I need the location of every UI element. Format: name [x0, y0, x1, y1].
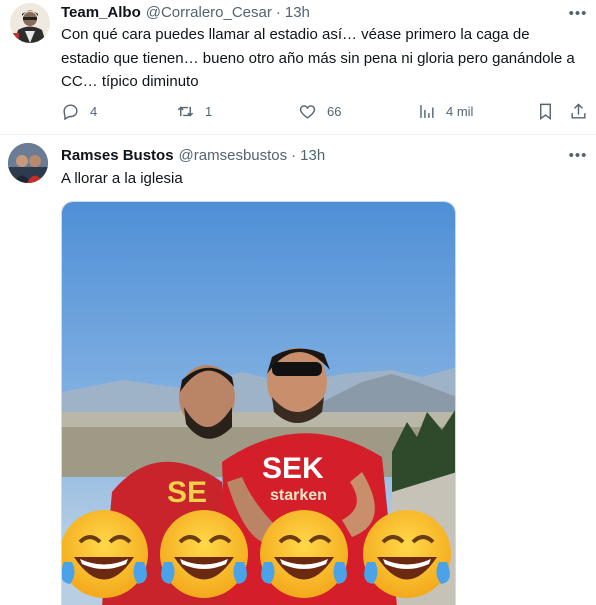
- emoji-laughing-2: [160, 510, 248, 598]
- share-icon: [571, 102, 586, 119]
- timestamp[interactable]: 13h: [300, 147, 325, 164]
- display-name[interactable]: Ramses Bustos: [61, 147, 174, 164]
- tweet-header: Ramses Bustos @ramsesbustos · 13h: [61, 144, 325, 166]
- retweet-icon: [177, 106, 194, 116]
- share-button[interactable]: [569, 100, 588, 122]
- retweet-button[interactable]: 1: [176, 100, 212, 122]
- emoji-laughing-4: [363, 510, 451, 598]
- views-icon: [420, 104, 434, 118]
- emoji-laughing-1: [62, 510, 148, 598]
- shirt-text-left: SE: [167, 476, 207, 509]
- reply-icon: [63, 103, 78, 120]
- more-icon[interactable]: •••: [568, 3, 588, 23]
- like-count: 66: [327, 103, 342, 119]
- separator: ·: [275, 3, 281, 21]
- avatar-image: [10, 3, 50, 43]
- more-icon[interactable]: •••: [568, 145, 588, 165]
- separator: ·: [291, 146, 297, 164]
- reply-button[interactable]: 4: [61, 100, 97, 122]
- bookmark-icon: [540, 103, 551, 120]
- timestamp[interactable]: 13h: [285, 4, 310, 21]
- emoji-laughing-3: [260, 510, 348, 598]
- retweet-count: 1: [205, 103, 213, 119]
- tweet-text: A llorar a la iglesia: [61, 170, 183, 187]
- tweet-text: Con qué cara puedes llamar al estadio as…: [61, 26, 575, 90]
- shirt-text-sek: SEK: [262, 452, 324, 485]
- user-handle[interactable]: @ramsesbustos: [179, 147, 288, 164]
- views-count: 4 mil: [446, 103, 474, 119]
- like-button[interactable]: 66: [298, 100, 341, 122]
- user-handle[interactable]: @Corralero_Cesar: [146, 4, 272, 21]
- reply-count: 4: [90, 103, 98, 119]
- shirt-text-starken: starken: [270, 487, 327, 504]
- avatar-image: [8, 143, 48, 183]
- bookmark-button[interactable]: [536, 100, 555, 122]
- tweet-header: Team_Albo @Corralero_Cesar · 13h: [61, 1, 310, 23]
- avatar[interactable]: [10, 3, 50, 43]
- photo-scene: SE SEK starken: [62, 202, 455, 605]
- avatar[interactable]: [8, 143, 48, 183]
- action-bar: 4 1 66 4 mil: [61, 100, 591, 122]
- like-icon: [299, 104, 316, 119]
- tweet-1[interactable]: Team_Albo @Corralero_Cesar · 13h ••• Con…: [0, 0, 596, 135]
- display-name[interactable]: Team_Albo: [61, 4, 141, 21]
- views-button[interactable]: 4 mil: [417, 100, 473, 122]
- tweet-photo[interactable]: SE SEK starken: [61, 201, 456, 605]
